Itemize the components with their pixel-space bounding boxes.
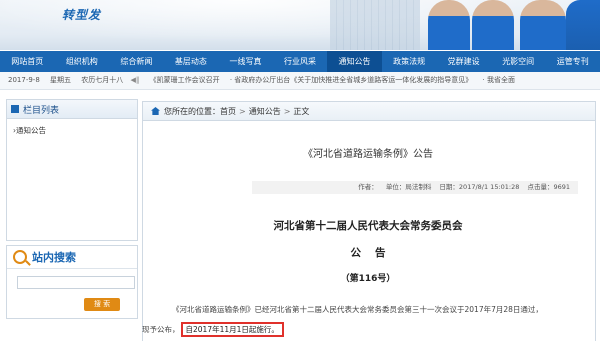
site-search-header: 站内搜索 xyxy=(7,246,137,269)
banner-staff-image xyxy=(472,0,514,50)
nav-item-industry[interactable]: 行业风采 xyxy=(273,51,328,72)
nav-item-organization[interactable]: 组织机构 xyxy=(55,51,110,72)
speaker-icon: ◀‖ xyxy=(130,76,140,84)
banner-slogan: 转型发 xyxy=(62,8,102,22)
banner-staff-image xyxy=(428,0,470,50)
nav-item-journal[interactable]: 运管专刊 xyxy=(545,51,600,72)
news-ticker: 2017-9-8 星期五 农历七月十八 ◀‖ 《凯蒙珊工作会议召开 · 省政府办… xyxy=(0,72,600,90)
body-paragraph: 《河北省道路运输条例》已经河北省第十二届人民代表大会常务委员会第三十一次会议于2… xyxy=(172,305,543,314)
article-title: 《河北省道路运输条例》公告 xyxy=(303,149,433,160)
article-meta: 作者： 单位：局法制科 日期：2017/8/1 15:01:28 点击量：969… xyxy=(252,181,578,194)
column-list-panel: 栏目列表 ›通知公告 xyxy=(6,99,138,241)
search-input[interactable] xyxy=(17,276,135,289)
column-list-body: ›通知公告 xyxy=(7,119,137,142)
breadcrumb-prefix: 您所在的位置： xyxy=(164,106,220,116)
search-button[interactable]: 搜 索 xyxy=(84,298,120,311)
breadcrumb-separator: > xyxy=(239,106,246,116)
breadcrumb-section-link[interactable]: 通知公告 xyxy=(249,106,281,117)
header-banner: 转型发 xyxy=(0,0,600,50)
search-icon xyxy=(13,250,27,264)
banner-staff-image xyxy=(520,0,566,50)
meta-author: 作者： xyxy=(358,183,378,191)
nav-item-party[interactable]: 党群建设 xyxy=(436,51,491,72)
nav-item-gallery[interactable]: 光影空间 xyxy=(491,51,546,72)
document-heading: 河北省第十二届人民代表大会常务委员会 xyxy=(273,220,463,232)
home-icon xyxy=(151,107,160,115)
sidebar-item-label: 通知公告 xyxy=(16,126,46,135)
ticker-weekday: 星期五 xyxy=(50,76,72,84)
highlighted-effective-date: 自2017年11月1日起施行。 xyxy=(180,322,284,337)
ticker-date: 2017-9-8 xyxy=(8,76,40,84)
nav-item-notices[interactable]: 通知公告 xyxy=(327,51,382,72)
nav-item-policies[interactable]: 政策法规 xyxy=(382,51,437,72)
ticker-news-link[interactable]: · 我省全面 xyxy=(483,76,515,84)
banner-staff-image xyxy=(566,0,600,50)
nav-item-frontline[interactable]: 一线写真 xyxy=(218,51,273,72)
paragraph-lead: 现予公布， xyxy=(142,325,180,334)
ticker-news-link[interactable]: · 省政府办公厅出台《关于加快推进全省城乡道路客运一体化发展的指导意见》 xyxy=(230,76,472,84)
ticker-news-link[interactable]: 《凯蒙珊工作会议召开 xyxy=(150,76,220,84)
column-list-header: 栏目列表 xyxy=(7,100,137,119)
column-list-title: 栏目列表 xyxy=(23,105,60,116)
ticker-lunar-date: 农历七月十八 xyxy=(81,76,124,84)
square-bullet-icon xyxy=(11,105,19,113)
breadcrumb-current: 正文 xyxy=(293,106,310,116)
nav-item-grassroots[interactable]: 基层动态 xyxy=(164,51,219,72)
body-paragraph: 现予公布， 自2017年11月1日起施行。 xyxy=(142,322,284,337)
document-number: （第116号） xyxy=(340,274,396,284)
document-subheading: 公告 xyxy=(350,247,400,259)
main-nav: 网站首页 组织机构 综合新闻 基层动态 一线写真 行业风采 通知公告 政策法规 … xyxy=(0,51,600,72)
site-search-title: 站内搜索 xyxy=(32,251,76,264)
banner-building-image xyxy=(330,0,420,50)
breadcrumb: 您所在的位置： 首页 > 通知公告 > 正文 xyxy=(142,101,596,121)
sidebar-item-notices[interactable]: ›通知公告 xyxy=(13,125,131,136)
meta-date: 日期：2017/8/1 15:01:28 xyxy=(439,183,520,191)
meta-unit: 单位：局法制科 xyxy=(385,183,432,191)
meta-hits: 点击量：9691 xyxy=(527,183,570,191)
breadcrumb-separator: > xyxy=(283,106,291,116)
site-search-panel: 站内搜索 搜 索 xyxy=(6,245,138,319)
nav-item-news[interactable]: 综合新闻 xyxy=(109,51,164,72)
breadcrumb-home-link[interactable]: 首页 xyxy=(220,106,236,117)
nav-item-home[interactable]: 网站首页 xyxy=(0,51,55,72)
